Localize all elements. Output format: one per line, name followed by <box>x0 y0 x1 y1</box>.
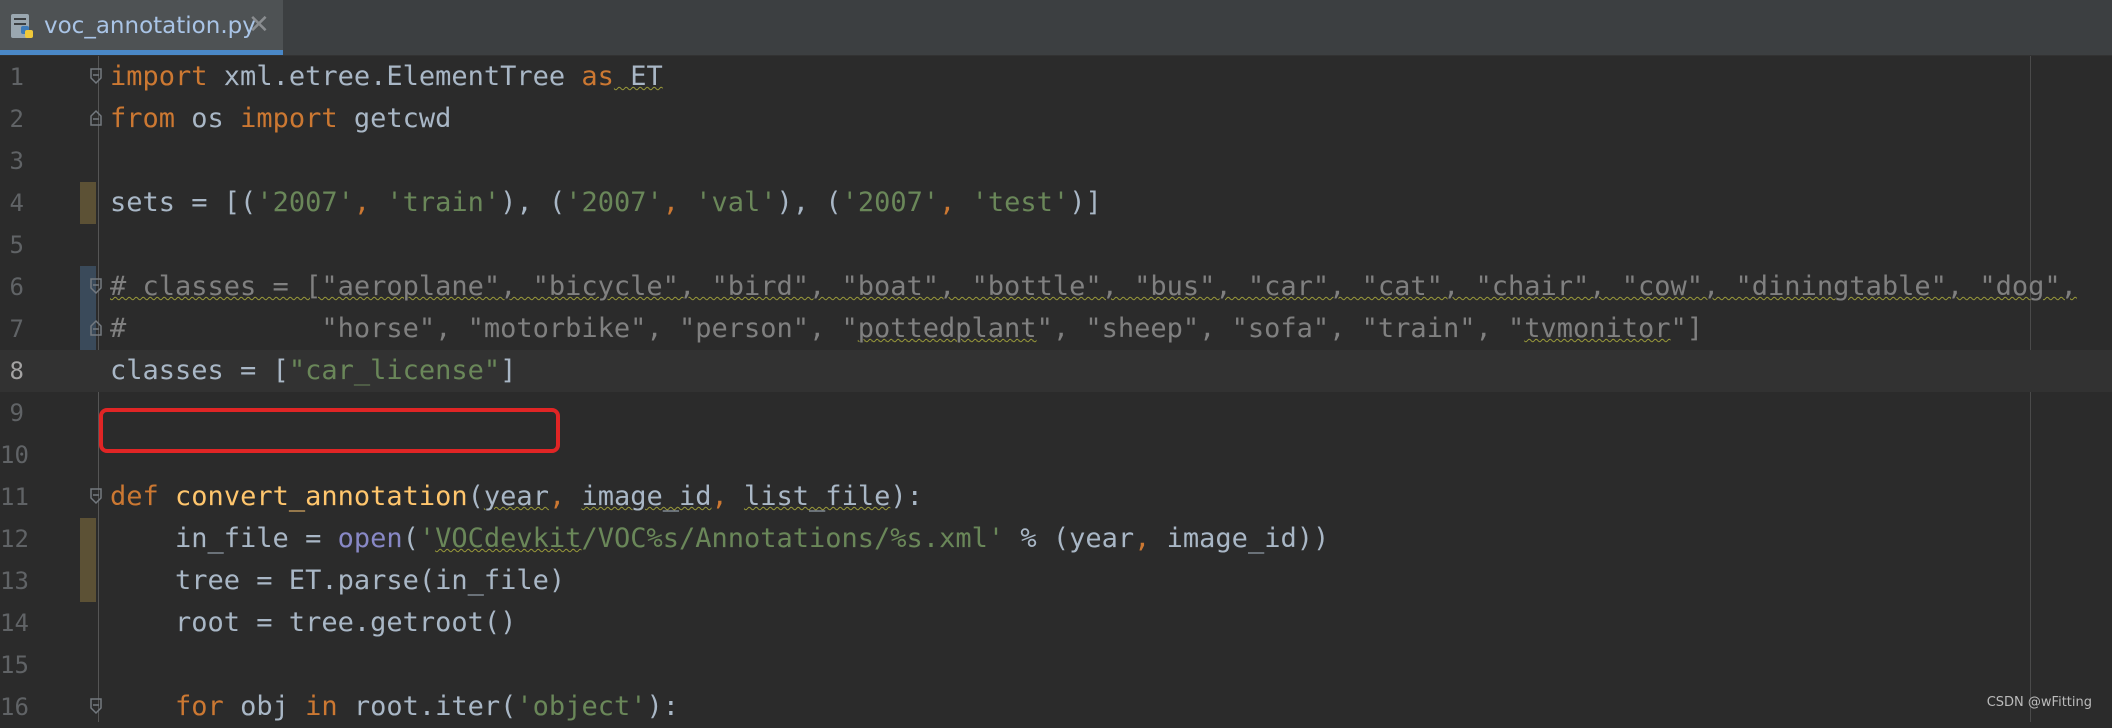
line-number: 3 <box>9 147 24 175</box>
fold-icon[interactable] <box>89 487 103 505</box>
code-line[interactable]: 2 from os import getcwd <box>0 98 2112 140</box>
fold-icon[interactable] <box>89 277 103 295</box>
code-text: from os import getcwd <box>110 103 452 134</box>
code-text: root = tree.getroot() <box>110 607 517 638</box>
code-comment: # "horse", "motorbike", "person", "potte… <box>110 313 1704 344</box>
line-number: 9 <box>9 399 24 427</box>
line-number: 5 <box>9 231 24 259</box>
python-file-icon <box>11 14 33 38</box>
red-highlight-box <box>99 408 560 453</box>
code-line[interactable]: 4 sets = [('2007', 'train'), ('2007', 'v… <box>0 182 2112 224</box>
line-number: 1 <box>9 63 24 91</box>
change-marker[interactable] <box>80 518 96 560</box>
code-line[interactable]: 1 import xml.etree.ElementTree as ET <box>0 56 2112 98</box>
code-text: def convert_annotation(year, image_id, l… <box>110 481 923 512</box>
close-icon[interactable]: ✕ <box>248 10 270 40</box>
code-line[interactable]: 5 <box>0 224 2112 266</box>
tab-filename: voc_annotation.py <box>44 13 256 39</box>
watermark: CSDN @wFitting <box>1986 695 2092 710</box>
line-number: 12 <box>0 525 29 553</box>
line-number: 6 <box>9 273 24 301</box>
line-number: 4 <box>9 189 24 217</box>
line-number: 13 <box>0 567 29 595</box>
code-line[interactable]: 7 # "horse", "motorbike", "person", "pot… <box>0 308 2112 350</box>
line-number: 11 <box>0 483 29 511</box>
fold-icon[interactable] <box>89 109 103 127</box>
line-number: 2 <box>9 105 24 133</box>
code-text: classes = ["car_license"] <box>110 355 517 386</box>
code-line[interactable]: 12 in_file = open('VOCdevkit/VOC%s/Annot… <box>0 518 2112 560</box>
code-text: import xml.etree.ElementTree as ET <box>110 61 663 92</box>
code-line-current[interactable]: 8 classes = ["car_license"] <box>0 350 2112 392</box>
fold-icon[interactable] <box>89 697 103 715</box>
line-number: 7 <box>9 315 24 343</box>
tab-voc-annotation[interactable]: voc_annotation.py ✕ <box>0 0 283 55</box>
line-number: 15 <box>0 651 29 679</box>
code-line[interactable]: 15 <box>0 644 2112 686</box>
code-line[interactable]: 3 <box>0 140 2112 182</box>
line-number: 8 <box>9 357 24 385</box>
change-marker[interactable] <box>80 560 96 602</box>
code-line[interactable]: 14 root = tree.getroot() <box>0 602 2112 644</box>
change-marker[interactable] <box>80 182 96 224</box>
fold-icon[interactable] <box>89 319 103 337</box>
code-text: sets = [('2007', 'train'), ('2007', 'val… <box>110 187 1102 218</box>
line-number: 14 <box>0 609 29 637</box>
code-editor[interactable]: 1 import xml.etree.ElementTree as ET 2 f… <box>0 56 2112 722</box>
code-text: in_file = open('VOCdevkit/VOC%s/Annotati… <box>110 523 1330 554</box>
code-line[interactable]: 6 # classes = ["aeroplane", "bicycle", "… <box>0 266 2112 308</box>
code-text: tree = ET.parse(in_file) <box>110 565 566 596</box>
code-line[interactable]: 13 tree = ET.parse(in_file) <box>0 560 2112 602</box>
editor-tab-bar: voc_annotation.py ✕ <box>0 0 2112 56</box>
code-line[interactable]: 11 def convert_annotation(year, image_id… <box>0 476 2112 518</box>
line-number: 10 <box>0 441 29 469</box>
fold-icon[interactable] <box>89 67 103 85</box>
code-comment: # classes = ["aeroplane", "bicycle", "bi… <box>110 271 2077 302</box>
